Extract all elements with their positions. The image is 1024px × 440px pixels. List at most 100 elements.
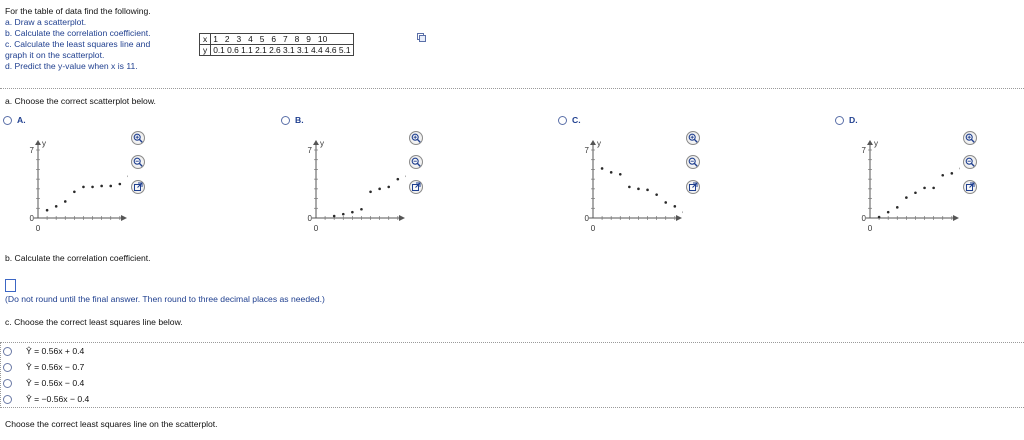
y-tick-label-7: 7 [308,146,313,155]
least-squares-option-2[interactable]: Ŷ = 0.56x − 0.7 [26,362,84,373]
scatter-point [396,177,400,181]
scatter-point [45,208,49,212]
y-axis-arrow [867,140,873,145]
part-c-prompt: c. Choose the correct least squares line… [5,317,183,327]
y-tick-label-0: 0 [308,214,313,223]
instructions-intro: For the table of data find the following… [5,6,151,16]
instruction-b: b. Calculate the correlation coefficient… [5,28,151,38]
table-x-label: x [198,33,212,45]
scatter-point [950,172,954,175]
table-x-values: 1 2 3 4 5 6 7 8 9 10 [210,33,354,45]
popout-icon[interactable] [409,180,423,194]
options-border [0,342,1,408]
scatter-point [351,210,354,214]
least-squares-option-4[interactable]: Ŷ = −0.56x − 0.4 [26,394,89,405]
scatterplot-option-radio-2[interactable] [281,116,290,125]
scatter-point [378,187,381,191]
instruction-c: c. Calculate the least squares line and [5,39,151,49]
zoom-in-icon[interactable] [686,131,700,145]
zoom-out-icon[interactable] [409,155,423,169]
scatter-point [914,191,917,195]
least-squares-radio-1[interactable] [3,347,12,356]
scatter-point [932,186,935,190]
zoom-in-icon[interactable] [409,131,423,145]
scatter-point [664,201,668,204]
scatter-point [877,215,881,219]
scatter-point [618,172,622,176]
scatter-point [600,167,604,170]
part-a-prompt: a. Choose the correct scatterplot below. [5,96,156,106]
zoom-in-icon[interactable] [131,131,145,145]
scatter-point [100,184,103,188]
scatter-point [332,214,336,218]
least-squares-radio-4[interactable] [3,395,12,404]
scatterplot-option-label[interactable]: D. [849,115,858,126]
scatter-point [118,182,122,186]
x-axis-arrow [121,215,127,221]
y-axis-label: y [597,139,601,148]
scatter-point [895,206,899,209]
scatter-point [82,185,85,189]
scatterplot-option-label[interactable]: B. [295,115,304,126]
scatter-point [886,210,890,214]
scatter-point [673,205,677,208]
zoom-out-icon[interactable] [963,155,977,169]
scatter-point [91,185,94,189]
table-row: x 1 2 3 4 5 6 7 8 9 10 [198,33,354,45]
scatterplot-option-radio-4[interactable] [835,116,844,125]
scatterplot-option-radio-3[interactable] [558,116,567,125]
y-tick-label-0: 0 [585,214,590,223]
scatterplot-option-radio-1[interactable] [3,116,12,125]
scatterplot-4: y70011x [862,139,960,233]
least-squares-options [0,342,1024,408]
y-tick-label-0: 0 [30,214,35,223]
scatter-point [73,190,76,194]
scatter-point [941,173,945,177]
least-squares-radio-2[interactable] [3,363,12,372]
scatterplot-2: y70011x [308,139,406,233]
scatterplot-option-label[interactable]: C. [572,115,581,126]
scatter-point [637,187,640,191]
y-axis-arrow [35,140,41,145]
instruction-c-cont: graph it on the scatterplot. [5,50,105,60]
rounding-note: (Do not round until the final answer. Th… [5,294,325,304]
y-tick-label-0: 0 [862,214,867,223]
popout-icon[interactable] [963,180,977,194]
table-y-label: y [198,44,212,56]
least-squares-radio-3[interactable] [3,379,12,388]
scatter-point [628,185,631,189]
scatter-point [369,190,372,194]
scatterplot-option-label[interactable]: A. [17,115,26,126]
x-axis-arrow [399,215,405,221]
least-squares-option-3[interactable]: Ŷ = 0.56x − 0.4 [26,378,84,389]
scatter-point [109,184,113,188]
y-axis-label: y [42,139,46,148]
y-tick-label-7: 7 [862,146,867,155]
scatter-point [905,196,908,199]
scatter-point [609,171,613,174]
zoom-out-icon[interactable] [131,155,145,169]
instruction-a: a. Draw a scatterplot. [5,17,87,27]
instruction-d: d. Predict the y-value when x is 11. [5,61,138,71]
footer-prompt: Choose the correct least squares line on… [5,419,218,429]
scatter-point [655,193,658,196]
scatterplot-1: y70011x [30,139,128,233]
least-squares-option-1[interactable]: Ŷ = 0.56x + 0.4 [26,346,84,357]
copy-table-icon[interactable] [417,33,426,42]
y-axis-label: y [874,139,878,148]
popout-icon[interactable] [131,180,145,194]
popout-icon[interactable] [686,180,700,194]
y-tick-label-7: 7 [30,146,35,155]
y-axis-arrow [313,140,319,145]
y-tick-label-7: 7 [585,146,590,155]
scatter-point [646,188,649,192]
part-b-prompt: b. Calculate the correlation coefficient… [5,253,151,263]
scatter-point [360,207,363,211]
scatterplot-3: y70011x [585,139,683,233]
x-tick-label-0: 0 [591,224,596,233]
zoom-in-icon[interactable] [963,131,977,145]
y-axis-label: y [320,139,324,148]
zoom-out-icon[interactable] [686,155,700,169]
correlation-answer-input[interactable] [5,279,16,292]
x-tick-label-0: 0 [314,224,319,233]
